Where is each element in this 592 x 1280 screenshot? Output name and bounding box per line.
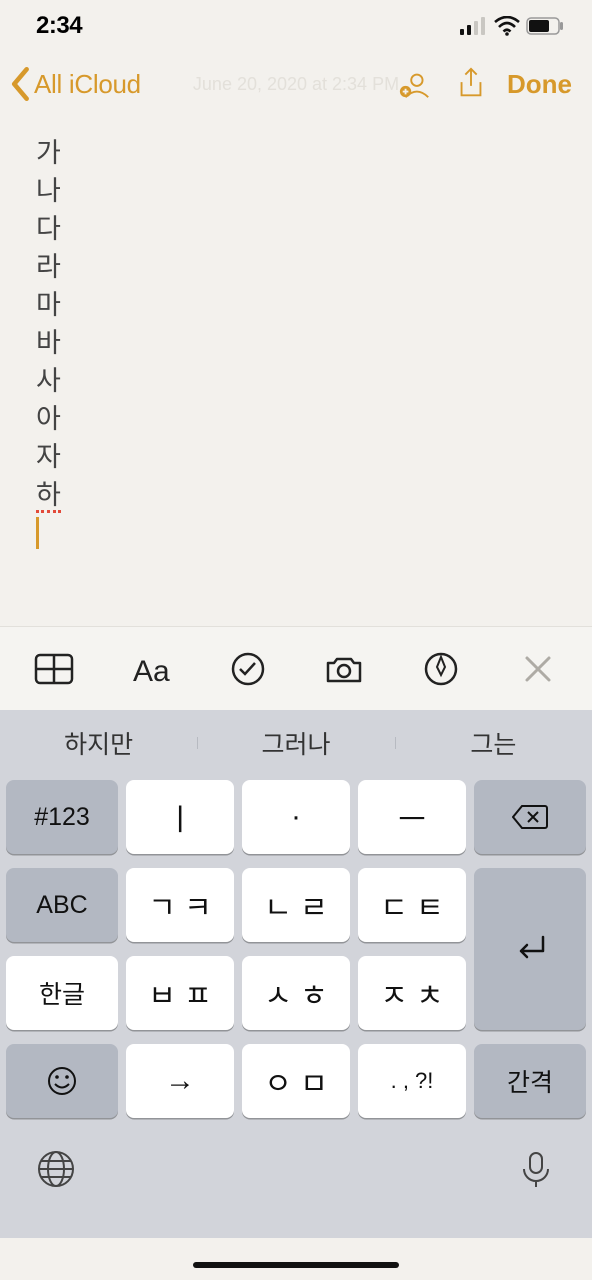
text-cursor [36, 517, 39, 549]
done-button[interactable]: Done [507, 69, 572, 100]
table-button[interactable] [6, 649, 103, 689]
key-nr[interactable]: ㄴ ㄹ [242, 868, 350, 942]
note-line: 다 [36, 214, 61, 244]
note-line: 아 [36, 404, 61, 434]
checkmark-circle-icon [226, 649, 270, 689]
markup-button[interactable] [393, 649, 490, 689]
key-dot[interactable]: · [242, 780, 350, 854]
close-toolbar-button[interactable] [489, 654, 586, 684]
note-line: 바 [36, 328, 61, 358]
status-right [460, 16, 564, 36]
format-button[interactable]: Aa [103, 649, 200, 689]
home-indicator[interactable] [193, 1262, 399, 1268]
collaborate-button[interactable] [387, 67, 443, 101]
key-arrow[interactable]: → [126, 1044, 234, 1118]
person-add-icon [398, 67, 432, 101]
camera-button[interactable] [296, 649, 393, 689]
hangul-key[interactable]: 한글 [6, 956, 118, 1030]
note-line: 하 [36, 480, 61, 513]
key-jch[interactable]: ㅈ ㅊ [358, 956, 466, 1030]
suggestion-0[interactable]: 하지만 [0, 725, 197, 761]
wifi-icon [494, 16, 520, 36]
backspace-key[interactable] [474, 780, 586, 854]
emoji-key[interactable] [6, 1044, 118, 1118]
cellular-icon [460, 17, 488, 35]
back-label: All iCloud [34, 69, 141, 100]
battery-icon [526, 17, 564, 35]
pen-circle-icon [419, 649, 463, 689]
suggestion-2[interactable]: 그는 [395, 725, 592, 761]
globe-icon [36, 1149, 76, 1189]
key-i[interactable]: ㅣ [126, 780, 234, 854]
note-line: 자 [36, 442, 61, 472]
key-punct[interactable]: . , ?! [358, 1044, 466, 1118]
key-bp[interactable]: ㅂ ㅍ [126, 956, 234, 1030]
globe-button[interactable] [36, 1149, 76, 1194]
share-button[interactable] [443, 67, 499, 101]
note-line: 나 [36, 176, 61, 206]
share-icon [454, 67, 488, 101]
emoji-icon [46, 1065, 78, 1097]
note-line: 마 [36, 290, 61, 320]
mic-icon [516, 1149, 556, 1189]
key-om[interactable]: ㅇ ㅁ [242, 1044, 350, 1118]
svg-text:Aa: Aa [133, 655, 170, 688]
camera-icon [322, 649, 366, 689]
back-button[interactable]: All iCloud [10, 67, 141, 101]
space-key[interactable]: 간격 [474, 1044, 586, 1118]
text-format-icon: Aa [129, 649, 173, 689]
numbers-key[interactable]: #123 [6, 780, 118, 854]
key-gk[interactable]: ㄱ ㅋ [126, 868, 234, 942]
status-time: 2:34 [36, 12, 82, 40]
abc-key[interactable]: ABC [6, 868, 118, 942]
key-eu[interactable]: ㅡ [358, 780, 466, 854]
dictation-button[interactable] [516, 1149, 556, 1194]
note-line: 사 [36, 366, 61, 396]
key-sh[interactable]: ㅅ ㅎ [242, 956, 350, 1030]
checklist-button[interactable] [199, 649, 296, 689]
chevron-left-icon [10, 67, 32, 101]
close-icon [523, 654, 553, 684]
backspace-icon [512, 804, 548, 830]
table-icon [32, 649, 76, 689]
suggestion-1[interactable]: 그러나 [197, 725, 394, 761]
key-dt[interactable]: ㄷ ㅌ [358, 868, 466, 942]
note-body[interactable]: 가 나 다 라 마 바 사 아 자 하 [0, 74, 592, 626]
note-line: 라 [36, 252, 61, 282]
return-key[interactable] [474, 868, 586, 1030]
return-icon [513, 935, 547, 963]
note-line: 가 [36, 138, 61, 168]
